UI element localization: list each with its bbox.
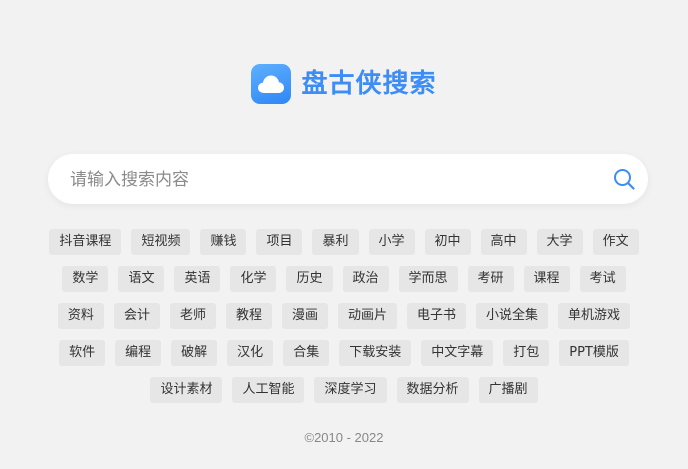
search-tag[interactable]: 小学 xyxy=(368,229,415,255)
search-tag[interactable]: 汉化 xyxy=(227,340,274,366)
search-tag[interactable]: 中文字幕 xyxy=(421,340,494,366)
search-tag[interactable]: 数据分析 xyxy=(396,377,469,403)
search-tag[interactable]: 项目 xyxy=(256,229,303,255)
logo: 盘古侠搜索 xyxy=(0,64,688,104)
search-tag[interactable]: 设计素材 xyxy=(150,377,223,403)
search-tag[interactable]: 学而思 xyxy=(398,266,458,292)
search-tag[interactable]: 广播剧 xyxy=(478,377,538,403)
search-tag[interactable]: 电子书 xyxy=(407,303,467,329)
search-input[interactable] xyxy=(68,154,602,206)
search-tag[interactable]: 数学 xyxy=(62,266,109,292)
search-tag[interactable]: 历史 xyxy=(286,266,333,292)
search-tag[interactable]: 作文 xyxy=(592,229,639,255)
search-tag[interactable]: 语文 xyxy=(118,266,165,292)
search-tag[interactable]: 漫画 xyxy=(281,303,328,329)
search-button[interactable] xyxy=(612,167,636,191)
search-tag[interactable]: 短视频 xyxy=(131,229,191,255)
search-tag[interactable]: 会计 xyxy=(113,303,160,329)
tag-row: 资料 会计 老师 教程 漫画 动画片 电子书 小说全集 单机游戏 xyxy=(44,303,644,329)
search-tag[interactable]: 抖音课程 xyxy=(49,229,122,255)
search-tag[interactable]: 单机游戏 xyxy=(558,303,631,329)
search-tag[interactable]: 教程 xyxy=(225,303,272,329)
search-tag[interactable]: 赚钱 xyxy=(200,229,247,255)
search-tag[interactable]: 下载安装 xyxy=(339,340,412,366)
search-tag[interactable]: 政治 xyxy=(342,266,389,292)
search-tag[interactable]: 软件 xyxy=(59,340,106,366)
search-tag[interactable]: 合集 xyxy=(283,340,330,366)
search-tag[interactable]: 人工智能 xyxy=(232,377,305,403)
search-tag[interactable]: 大学 xyxy=(536,229,583,255)
search-tag[interactable]: 编程 xyxy=(115,340,162,366)
cloud-icon xyxy=(251,64,292,104)
search-tag[interactable]: 课程 xyxy=(523,266,570,292)
search-tag[interactable]: 资料 xyxy=(57,303,104,329)
search-box xyxy=(48,154,648,206)
search-tag[interactable]: 动画片 xyxy=(338,303,398,329)
search-tag[interactable]: 老师 xyxy=(169,303,216,329)
search-tag[interactable]: 小说全集 xyxy=(476,303,549,329)
search-tag[interactable]: PPT模版 xyxy=(559,340,629,366)
search-tag[interactable]: 考研 xyxy=(467,266,514,292)
search-tag[interactable]: 考试 xyxy=(579,266,626,292)
tag-row: 设计素材 人工智能 深度学习 数据分析 广播剧 xyxy=(44,377,644,403)
search-tag[interactable]: 化学 xyxy=(230,266,277,292)
hot-tags: 抖音课程 短视频 赚钱 项目 暴利 小学 初中 高中 大学 作文 数学 语文 英语 化学 历史 政治 学而思 考研… xyxy=(44,229,644,414)
search-icon xyxy=(614,169,635,190)
search-tag[interactable]: 初中 xyxy=(424,229,471,255)
search-tag[interactable]: 高中 xyxy=(480,229,527,255)
tag-row: 软件 编程 破解 汉化 合集 下载安装 中文字幕 打包 PPT模版 xyxy=(44,340,644,366)
search-tag[interactable]: 暴利 xyxy=(312,229,359,255)
tag-row: 抖音课程 短视频 赚钱 项目 暴利 小学 初中 高中 大学 作文 xyxy=(44,229,644,255)
search-tag[interactable]: 深度学习 xyxy=(314,377,387,403)
tag-row: 数学 语文 英语 化学 历史 政治 学而思 考研 课程 考试 xyxy=(44,266,644,292)
copyright: ©2010 - 2022 xyxy=(304,430,384,445)
search-tag[interactable]: 打包 xyxy=(503,340,550,366)
search-tag[interactable]: 破解 xyxy=(171,340,218,366)
brand-name: 盘古侠搜索 xyxy=(301,69,437,99)
search-tag[interactable]: 英语 xyxy=(174,266,221,292)
